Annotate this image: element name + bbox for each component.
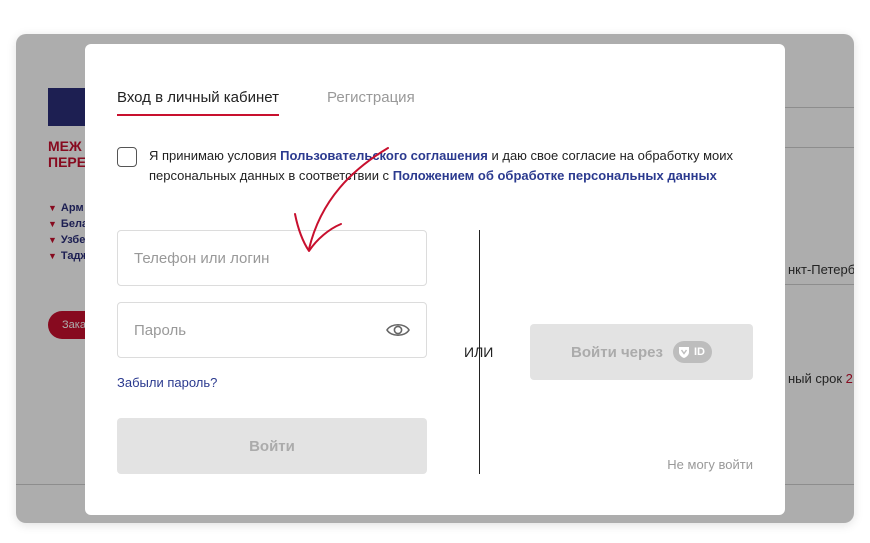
tab-register[interactable]: Регистрация <box>327 89 415 116</box>
or-label: ИЛИ <box>464 344 494 360</box>
consent-checkbox[interactable] <box>117 147 137 167</box>
login-modal: Вход в личный кабинет Регистрация Я прин… <box>85 44 785 515</box>
login-field[interactable] <box>117 230 427 286</box>
login-input[interactable] <box>134 249 410 267</box>
id-login-button[interactable]: Войти через ID <box>530 324 753 380</box>
cant-login-link[interactable]: Не могу войти <box>667 457 753 472</box>
login-button[interactable]: Войти <box>117 418 427 474</box>
forgot-password-link[interactable]: Забыли пароль? <box>117 375 217 390</box>
id-badge-text: ID <box>693 346 705 358</box>
privacy-policy-link[interactable]: Положением об обработке персональных дан… <box>393 168 717 183</box>
id-login-label: Войти через <box>571 343 663 361</box>
consent-text: Я принимаю условия Пользовательского сог… <box>149 148 733 183</box>
password-input[interactable] <box>134 321 386 339</box>
id-badge: ID <box>672 341 712 363</box>
shield-icon <box>678 347 689 358</box>
auth-tabs: Вход в личный кабинет Регистрация <box>117 89 415 116</box>
user-agreement-link[interactable]: Пользовательского соглашения <box>280 148 488 163</box>
eye-icon[interactable] <box>386 321 410 339</box>
password-field[interactable] <box>117 302 427 358</box>
tab-login[interactable]: Вход в личный кабинет <box>117 89 279 116</box>
consent-block: Я принимаю условия Пользовательского сог… <box>117 146 737 186</box>
